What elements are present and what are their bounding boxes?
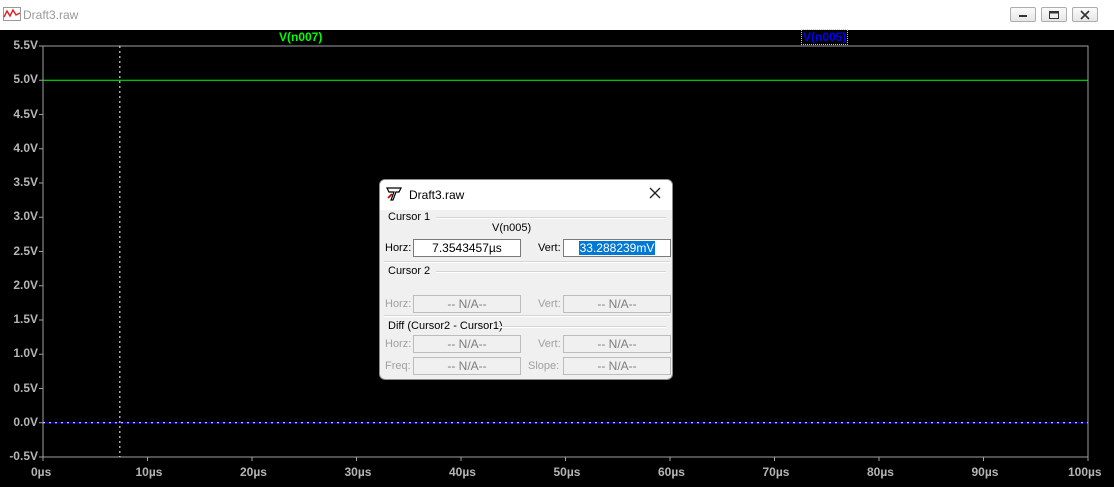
minimize-button[interactable] bbox=[1010, 7, 1036, 22]
divider bbox=[384, 261, 670, 263]
y-tick-label: 0.0V bbox=[13, 414, 38, 429]
minimize-icon bbox=[1019, 15, 1027, 17]
trace-label-v-n005[interactable]: V(n005) bbox=[800, 29, 849, 45]
y-tick-label: 2.0V bbox=[13, 277, 38, 292]
x-tick-label: 30µs bbox=[344, 465, 372, 479]
y-tick-label: 4.5V bbox=[13, 106, 38, 121]
y-tick-label: -0.5V bbox=[9, 449, 38, 463]
x-tick-label: 60µs bbox=[658, 465, 685, 479]
x-tick-label: 0µs bbox=[31, 465, 52, 479]
cursor2-vert-field: -- N/A-- bbox=[563, 295, 671, 313]
diff-freq-field: -- N/A-- bbox=[413, 357, 521, 375]
divider bbox=[384, 315, 670, 317]
divider bbox=[436, 217, 666, 219]
y-tick-label: 1.0V bbox=[13, 346, 38, 361]
close-window-button[interactable] bbox=[1072, 7, 1098, 22]
window-title: Draft3.raw bbox=[23, 8, 79, 22]
diff-slope-field: -- N/A-- bbox=[563, 357, 671, 375]
x-tick-label: 10µs bbox=[135, 465, 163, 479]
y-tick-label: 1.5V bbox=[13, 312, 38, 326]
restore-icon bbox=[1049, 11, 1059, 19]
y-tick-label: 3.5V bbox=[13, 175, 38, 189]
cursor1-vert-value: 33.288239mV bbox=[578, 241, 656, 255]
close-icon[interactable] bbox=[648, 186, 662, 200]
ltspice-icon bbox=[386, 187, 402, 201]
diff-freq-label: Freq: bbox=[385, 360, 411, 372]
restore-button[interactable] bbox=[1041, 7, 1067, 22]
waveform-app-icon bbox=[3, 7, 21, 21]
x-tick-label: 40µs bbox=[449, 465, 476, 479]
y-tick-label: 2.5V bbox=[13, 243, 38, 258]
x-tick-label: 50µs bbox=[553, 465, 581, 479]
close-icon bbox=[1080, 10, 1090, 20]
cursor1-trace-name: V(n005) bbox=[492, 222, 532, 234]
x-tick-label: 100µs bbox=[1068, 465, 1102, 479]
y-tick-label: 5.5V bbox=[13, 38, 38, 52]
x-tick-label: 80µs bbox=[867, 465, 894, 479]
diff-horz-field: -- N/A-- bbox=[413, 335, 521, 353]
y-tick-label: 4.0V bbox=[13, 140, 38, 155]
cursor1-vert-label: Vert: bbox=[538, 242, 561, 254]
dialog-title: Draft3.raw bbox=[409, 188, 465, 202]
diff-vert-label: Vert: bbox=[538, 338, 561, 350]
trace-label-v-n007[interactable]: V(n007) bbox=[279, 30, 322, 44]
y-tick-label: 5.0V bbox=[13, 72, 38, 87]
diff-slope-label: Slope: bbox=[528, 360, 560, 372]
cursor2-section-label: Cursor 2 bbox=[388, 265, 431, 277]
diff-horz-label: Horz: bbox=[385, 338, 412, 350]
divider bbox=[436, 271, 666, 273]
window-titlebar: Draft3.raw bbox=[0, 0, 1114, 31]
cursor2-vert-label: Vert: bbox=[538, 298, 561, 310]
y-tick-label: 0.5V bbox=[13, 380, 38, 395]
diff-vert-field: -- N/A-- bbox=[563, 335, 671, 353]
cursor-dialog: Draft3.raw Cursor 1 V(n005) Horz: 7.3543… bbox=[379, 179, 673, 380]
diff-section-label: Diff (Cursor2 - Cursor1) bbox=[388, 320, 503, 332]
x-tick-label: 20µs bbox=[240, 465, 267, 479]
cursor2-horz-field: -- N/A-- bbox=[413, 295, 521, 313]
cursor1-section-label: Cursor 1 bbox=[388, 211, 431, 223]
cursor1-horz-field[interactable]: 7.3543457µs bbox=[413, 239, 521, 257]
dialog-titlebar: Draft3.raw bbox=[380, 180, 672, 210]
cursor2-horz-label: Horz: bbox=[385, 298, 412, 310]
y-tick-label: 3.0V bbox=[13, 209, 38, 224]
x-tick-label: 90µs bbox=[971, 465, 999, 479]
cursor1-horz-label: Horz: bbox=[385, 242, 412, 254]
cursor1-vert-field[interactable]: 33.288239mV bbox=[563, 239, 671, 257]
x-tick-label: 70µs bbox=[762, 465, 790, 479]
divider bbox=[498, 326, 666, 328]
